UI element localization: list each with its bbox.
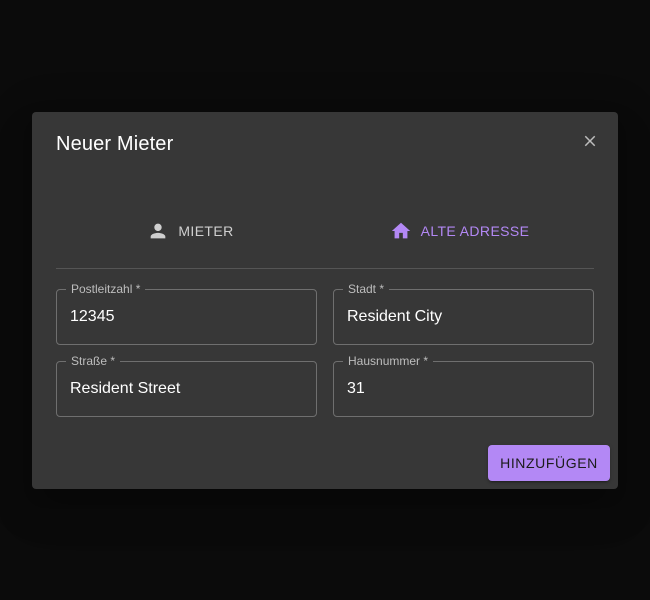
hausnummer-label: Hausnummer * [343, 354, 434, 368]
strasse-field[interactable]: Straße * Resident Street [56, 354, 317, 417]
tab-mieter-label: MIETER [178, 223, 234, 239]
hausnummer-field[interactable]: Hausnummer * 31 [333, 354, 594, 417]
postleitzahl-input[interactable]: 12345 [70, 308, 300, 326]
new-tenant-dialog: Neuer Mieter MIETER ALTE ADRESSE Postlei… [32, 112, 618, 489]
stadt-input[interactable]: Resident City [347, 308, 577, 326]
hinzufuegen-button[interactable]: HINZUFÜGEN [488, 445, 610, 481]
tabs-divider [56, 268, 594, 269]
tab-alte-adresse[interactable]: ALTE ADRESSE [325, 206, 594, 256]
strasse-label: Straße * [66, 354, 121, 368]
stadt-field[interactable]: Stadt * Resident City [333, 282, 594, 345]
postleitzahl-field[interactable]: Postleitzahl * 12345 [56, 282, 317, 345]
home-icon [390, 220, 412, 242]
tab-alte-adresse-label: ALTE ADRESSE [420, 223, 530, 239]
postleitzahl-label: Postleitzahl * [66, 282, 146, 296]
dialog-title: Neuer Mieter [56, 133, 174, 155]
close-icon [584, 135, 596, 147]
person-icon [147, 220, 169, 242]
strasse-input[interactable]: Resident Street [70, 380, 300, 398]
hausnummer-input[interactable]: 31 [347, 380, 577, 398]
stadt-label: Stadt * [343, 282, 390, 296]
close-button[interactable] [578, 129, 602, 153]
tab-mieter[interactable]: MIETER [56, 206, 325, 256]
